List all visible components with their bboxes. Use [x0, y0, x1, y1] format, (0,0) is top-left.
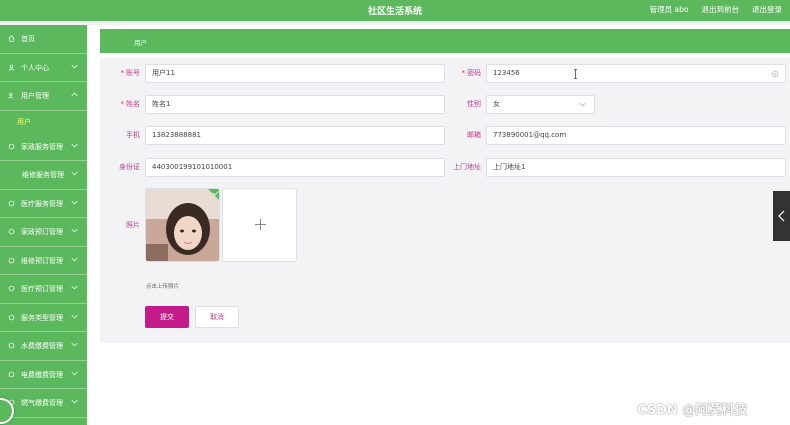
- sidebar-subitem-label: 用户: [17, 117, 31, 126]
- idcard-label: 身份证: [119, 163, 140, 171]
- breadcrumb-current: 用户: [134, 39, 147, 47]
- logout-link[interactable]: 退出登录: [752, 4, 782, 15]
- sidebar-item-label: 医疗预订管理: [21, 285, 63, 293]
- email-input[interactable]: 773890001@qq.com: [486, 126, 786, 145]
- account-label: * 账号: [120, 69, 141, 77]
- main-content: 用户 * 账号 用户11 * 密码 123456 * 姓名 姓名1 性别 女 手机 1…: [87, 25, 790, 425]
- chevron-down-icon: [71, 64, 78, 68]
- phone-label: 手机: [126, 131, 140, 139]
- photo-thumbnail: [146, 189, 219, 261]
- sidebar-item-medical-booking[interactable]: 医疗预订管理: [0, 275, 87, 304]
- submit-button[interactable]: 提交: [145, 306, 189, 328]
- sidebar-item-repair-booking[interactable]: 维修预订管理: [0, 247, 87, 275]
- list-icon: [8, 371, 15, 377]
- chevron-down-icon: [71, 143, 78, 147]
- list-icon: [8, 228, 15, 235]
- chevron-down-icon: [71, 399, 78, 404]
- sidebar-item-medical-service[interactable]: 医疗服务管理: [0, 190, 87, 218]
- sidebar-item-user-management[interactable]: 用户管理: [0, 82, 87, 111]
- sidebar: 首页 个人中心 用户管理 用户 家政服务管理 维修服务管理 医疗服务管理 家政预…: [0, 25, 87, 425]
- user-form: * 账号 用户11 * 密码 123456 * 姓名 姓名1 性别 女 手机 1382…: [100, 58, 790, 343]
- password-value: 123456: [493, 69, 520, 77]
- chevron-down-icon: [71, 342, 78, 347]
- sidebar-item-personal-center[interactable]: 个人中心: [0, 54, 87, 82]
- chevron-down-icon: [71, 257, 78, 261]
- sidebar-item-label: 个人中心: [21, 63, 49, 72]
- phone-input[interactable]: 13823888881: [145, 126, 445, 145]
- list-icon: [8, 200, 15, 206]
- sidebar-item-label: 用户管理: [21, 92, 49, 100]
- password-input[interactable]: 123456: [486, 64, 786, 83]
- chevron-down-icon: [71, 371, 78, 375]
- address-label: 上门地址: [453, 163, 481, 171]
- chevron-down-icon: [71, 171, 78, 176]
- sidebar-item-housekeeping-booking[interactable]: 家政预订管理: [0, 218, 87, 247]
- sidebar-item-home[interactable]: 首页: [0, 25, 87, 54]
- list-icon: [8, 314, 15, 320]
- sidebar-item-electricity-fee[interactable]: 电费缴费管理: [0, 361, 87, 389]
- upload-trigger[interactable]: [222, 188, 297, 262]
- chevron-up-icon: [71, 92, 78, 97]
- chevron-down-icon: [71, 200, 78, 204]
- sidebar-item-label: 燃气缴费管理: [21, 399, 63, 407]
- text-cursor-icon: [574, 69, 577, 79]
- account-input[interactable]: 用户11: [145, 64, 445, 83]
- chevron-down-icon: [71, 285, 78, 290]
- sidebar-item-label: 家政服务管理: [21, 142, 63, 151]
- gender-select[interactable]: 女: [486, 95, 595, 114]
- top-header: 社区生活系统 管理员 abo 退出到前台 退出登录: [0, 0, 790, 21]
- chevron-down-icon: [579, 102, 586, 107]
- exit-to-frontend-link[interactable]: 退出到前台: [702, 4, 740, 15]
- users-icon: [8, 92, 14, 99]
- sidebar-item-label: 服务类型管理: [21, 313, 63, 322]
- photo-label: 照片: [126, 221, 140, 229]
- sidebar-item-label: 医疗服务管理: [21, 199, 63, 208]
- list-icon: [8, 342, 15, 349]
- sidebar-subitem-user[interactable]: 用户: [0, 111, 87, 133]
- sidebar-item-service-type[interactable]: 服务类型管理: [0, 304, 87, 332]
- sidebar-item-label: 维修预订管理: [21, 256, 63, 265]
- collapse-panel-toggle[interactable]: [773, 191, 790, 241]
- chevron-left-icon: [778, 210, 785, 222]
- list-icon: [8, 285, 15, 292]
- sidebar-item-repair-service[interactable]: 维修服务管理: [0, 161, 87, 190]
- upload-tip: 点击上传照片: [146, 284, 180, 290]
- list-icon: [8, 257, 15, 263]
- admin-user-label: 管理员 abo: [649, 5, 689, 14]
- list-icon: [8, 143, 15, 149]
- name-label: * 姓名: [120, 100, 141, 108]
- address-input[interactable]: 上门地址1: [486, 158, 786, 177]
- sidebar-item-water-fee[interactable]: 水费缴费管理: [0, 332, 87, 361]
- user-icon: [8, 64, 15, 71]
- chevron-down-icon: [71, 228, 78, 233]
- sidebar-item-label: 水费缴费管理: [21, 342, 63, 350]
- breadcrumb: 用户: [100, 29, 790, 53]
- idcard-input[interactable]: 440300199101010001: [145, 158, 445, 177]
- gender-label: 性别: [467, 100, 481, 108]
- password-label: * 密码: [461, 69, 482, 77]
- header-actions: 管理员 abo 退出到前台 退出登录: [650, 4, 782, 15]
- uploaded-photo[interactable]: [145, 188, 220, 262]
- plus-icon: [255, 219, 266, 230]
- sidebar-item-label: 电费缴费管理: [21, 370, 63, 379]
- eye-icon[interactable]: [771, 70, 779, 78]
- watermark: CSDN @阿莫科技: [637, 403, 748, 418]
- home-icon: [8, 35, 15, 42]
- gender-value: 女: [493, 100, 500, 108]
- sidebar-item-label: 首页: [21, 35, 35, 43]
- cancel-button[interactable]: 取消: [195, 306, 239, 328]
- chevron-down-icon: [71, 314, 78, 318]
- name-input[interactable]: 姓名1: [145, 95, 445, 114]
- sidebar-item-housekeeping-service[interactable]: 家政服务管理: [0, 133, 87, 161]
- email-label: 邮箱: [467, 131, 481, 139]
- sidebar-item-label: 维修服务管理: [22, 171, 64, 179]
- sidebar-item-label: 家政预订管理: [21, 228, 63, 236]
